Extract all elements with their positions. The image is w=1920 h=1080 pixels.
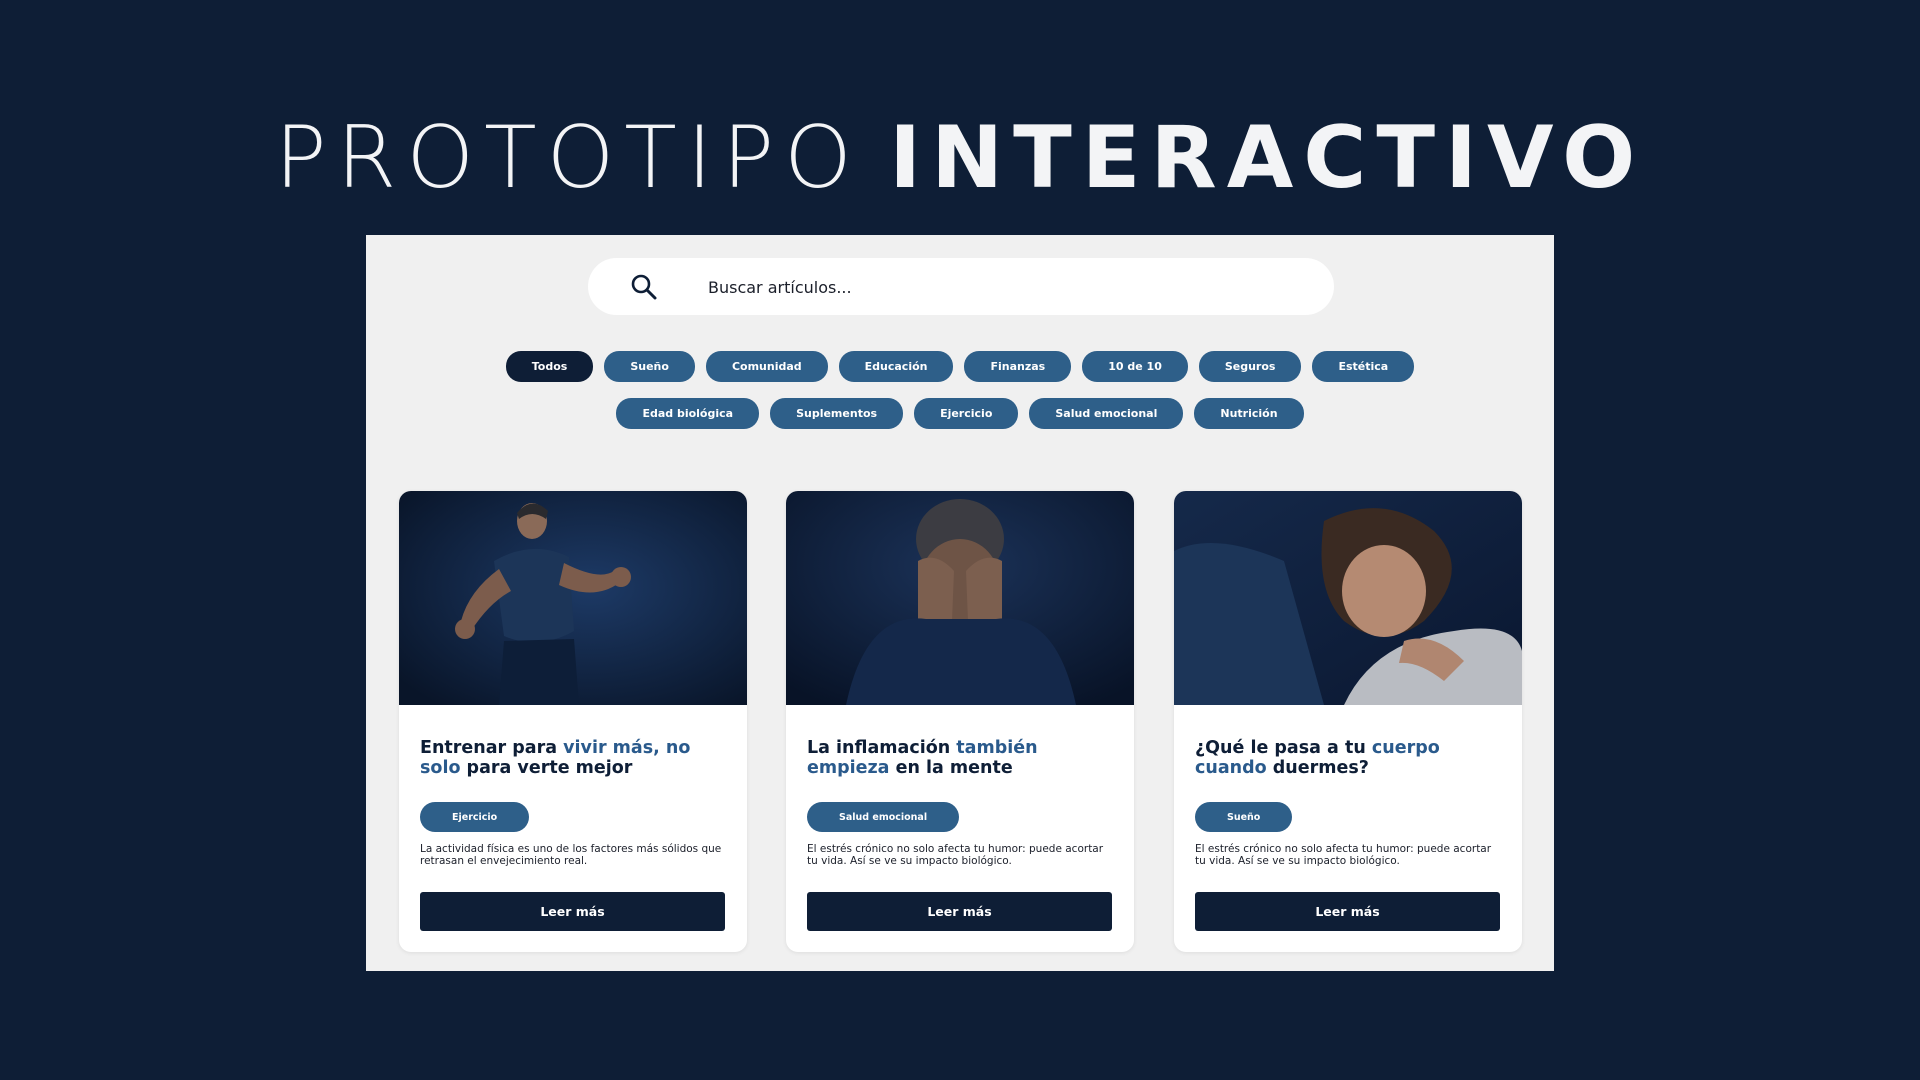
article-title[interactable]: Entrenar para vivir más, no solo para ve… <box>420 738 730 778</box>
article-excerpt: El estrés crónico no solo afecta tu humo… <box>807 843 1104 867</box>
category-tag[interactable]: Ejercicio <box>420 802 530 832</box>
read-more-button[interactable]: Leer más <box>1195 892 1500 931</box>
filter-row-1: Todos Sueño Comunidad Educación Finanzas… <box>366 351 1554 382</box>
filter-chip-nutricion[interactable]: Nutrición <box>1194 398 1304 429</box>
article-card[interactable]: La inflamación también empieza en la men… <box>786 491 1134 952</box>
filter-chip-finanzas[interactable]: Finanzas <box>964 351 1072 382</box>
search-input[interactable] <box>706 268 1310 306</box>
article-title[interactable]: La inflamación también empieza en la men… <box>807 738 1117 778</box>
search-icon[interactable] <box>630 273 658 301</box>
article-title[interactable]: ¿Qué le pasa a tu cuerpo cuando duermes? <box>1195 738 1505 778</box>
article-excerpt: La actividad física es uno de los factor… <box>420 843 722 867</box>
filter-chip-edad-biologica[interactable]: Edad biológica <box>616 398 760 429</box>
prototype-panel: Todos Sueño Comunidad Educación Finanzas… <box>366 235 1554 971</box>
page-title: PROTOTIPO INTERACTIVO <box>0 108 1920 208</box>
read-more-button[interactable]: Leer más <box>420 892 725 931</box>
filter-chip-10-de-10[interactable]: 10 de 10 <box>1082 351 1188 382</box>
filter-chip-estetica[interactable]: Estética <box>1312 351 1415 382</box>
woman-sleeping-photo <box>1174 491 1522 705</box>
filter-chip-ejercicio[interactable]: Ejercicio <box>914 398 1019 429</box>
filter-row-2: Edad biológica Suplementos Ejercicio Sal… <box>366 398 1554 429</box>
man-running-photo <box>399 491 747 705</box>
article-card[interactable]: Entrenar para vivir más, no solo para ve… <box>399 491 747 952</box>
title-bold: INTERACTIVO <box>889 108 1646 208</box>
filter-chip-todos[interactable]: Todos <box>505 351 594 382</box>
article-card[interactable]: ¿Qué le pasa a tu cuerpo cuando duermes?… <box>1174 491 1522 952</box>
filter-chip-sueno[interactable]: Sueño <box>604 351 695 382</box>
filter-chip-educacion[interactable]: Educación <box>838 351 954 382</box>
filter-chip-suplementos[interactable]: Suplementos <box>770 398 904 429</box>
title-light: PROTOTIPO <box>274 108 862 208</box>
filter-chip-seguros[interactable]: Seguros <box>1198 351 1302 382</box>
category-tag[interactable]: Sueño <box>1195 802 1293 832</box>
search-bar[interactable] <box>588 258 1334 315</box>
stressed-man-photo <box>786 491 1134 705</box>
read-more-button[interactable]: Leer más <box>807 892 1112 931</box>
article-excerpt: El estrés crónico no solo afecta tu humo… <box>1195 843 1492 867</box>
filter-chip-salud-emocional[interactable]: Salud emocional <box>1029 398 1184 429</box>
category-tag[interactable]: Salud emocional <box>807 802 960 832</box>
filter-chip-comunidad[interactable]: Comunidad <box>705 351 828 382</box>
